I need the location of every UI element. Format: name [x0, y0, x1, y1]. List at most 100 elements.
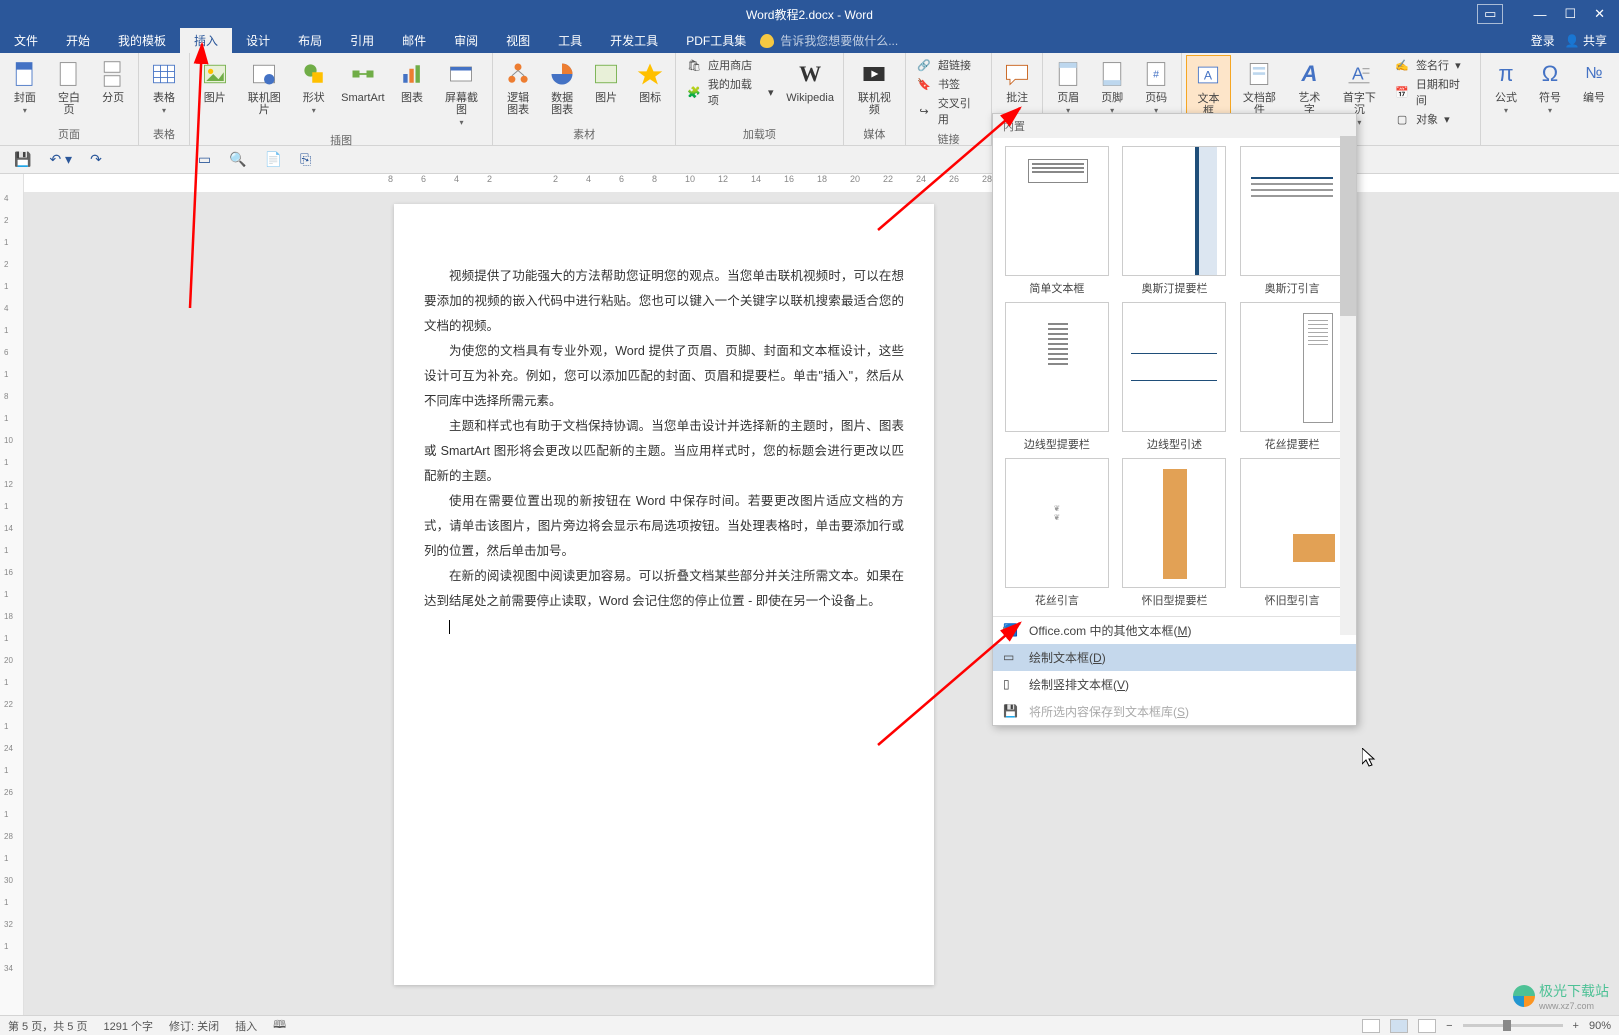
data-chart-button[interactable]: 数据 图表 — [541, 55, 583, 119]
gallery-item-label: 花丝引言 — [1035, 592, 1079, 608]
tab-mail[interactable]: 邮件 — [388, 28, 440, 53]
number-button[interactable]: №编号 — [1573, 55, 1615, 107]
tab-home[interactable]: 开始 — [52, 28, 104, 53]
smartart-button[interactable]: SmartArt — [336, 55, 389, 107]
table-button[interactable]: 表格▾ — [143, 55, 185, 118]
hyperlink-button[interactable]: 🔗超链接 — [916, 57, 981, 73]
minimize-icon[interactable]: — — [1533, 7, 1546, 22]
gallery-item-label: 怀旧型引言 — [1265, 592, 1320, 608]
tab-design[interactable]: 设计 — [232, 28, 284, 53]
signature-button[interactable]: ✍签名行 ▾ — [1394, 57, 1470, 73]
office-icon: 🟦 — [1003, 623, 1019, 639]
comment-button[interactable]: 批注 — [996, 55, 1038, 107]
share-button[interactable]: 👤 共享 — [1565, 32, 1607, 49]
symbol-button[interactable]: Ω符号▾ — [1529, 55, 1571, 118]
ribbon-tabs: 文件 开始 我的模板 插入 设计 布局 引用 邮件 审阅 视图 工具 开发工具 … — [0, 28, 1619, 53]
word-count[interactable]: 1291 个字 — [103, 1018, 153, 1034]
more-textboxes-menuitem[interactable]: 🟦 Office.com 中的其他文本框(M) ▶ — [993, 617, 1356, 644]
app-store-button[interactable]: 🛍应用商店 — [686, 57, 773, 73]
qat-btn-2[interactable]: 🔍 — [229, 151, 246, 168]
logic-chart-button[interactable]: 逻辑 图表 — [497, 55, 539, 119]
object-button[interactable]: ▢对象 ▾ — [1394, 111, 1470, 127]
zoom-level[interactable]: 90% — [1589, 1020, 1611, 1032]
insert-mode[interactable]: 插入 — [235, 1018, 257, 1034]
web-layout-button[interactable] — [1418, 1019, 1436, 1033]
lightbulb-icon — [760, 34, 774, 48]
tab-file[interactable]: 文件 — [0, 28, 52, 53]
draw-vertical-textbox-menuitem[interactable]: ▯ 绘制竖排文本框(V) — [993, 671, 1356, 698]
cover-page-button[interactable]: 封面▾ — [4, 55, 46, 118]
gallery-item-8[interactable]: 怀旧型引言 — [1234, 456, 1350, 610]
page[interactable]: 视频提供了功能强大的方法帮助您证明您的观点。当您单击联机视频时，可以在想要添加的… — [394, 204, 934, 985]
footer-button[interactable]: 页脚▾ — [1091, 55, 1133, 118]
blank-page-button[interactable]: 空白页 — [48, 55, 91, 119]
undo-icon[interactable]: ↶ ▾ — [49, 151, 72, 168]
ribbon-display-options-icon[interactable]: ▭ — [1477, 4, 1503, 24]
textbox-icon: ▭ — [1003, 650, 1019, 666]
gallery-item-2[interactable]: 奥斯汀引言 — [1234, 144, 1350, 298]
gallery-header: 内置 — [993, 114, 1356, 138]
tab-template[interactable]: 我的模板 — [104, 28, 180, 53]
print-layout-button[interactable] — [1390, 1019, 1408, 1033]
online-picture-button[interactable]: 联机图片 — [238, 55, 291, 119]
close-icon[interactable]: ✕ — [1594, 6, 1605, 22]
maximize-icon[interactable]: ☐ — [1564, 6, 1576, 22]
svg-text:#: # — [1153, 69, 1159, 81]
bookmark-button[interactable]: 🔖书签 — [916, 76, 981, 92]
picture-button[interactable]: 图片 — [194, 55, 236, 107]
tab-references[interactable]: 引用 — [336, 28, 388, 53]
vertical-ruler[interactable]: 4212141618110112114116118120122124126128… — [0, 174, 24, 1015]
read-mode-button[interactable] — [1362, 1019, 1380, 1033]
gallery-item-3[interactable]: 边线型提要栏 — [999, 300, 1115, 454]
page-break-button[interactable]: 分页 — [92, 55, 134, 107]
wikipedia-button[interactable]: WWikipedia — [782, 55, 839, 107]
zoom-out-button[interactable]: − — [1446, 1020, 1452, 1032]
qat-btn-4[interactable]: ⎘ — [300, 151, 311, 168]
screenshot-button[interactable]: 屏幕截图▾ — [435, 55, 488, 130]
page-scroll[interactable]: 视频提供了功能强大的方法帮助您证明您的观点。当您单击联机视频时，可以在想要添加的… — [24, 174, 1619, 1015]
gallery-item-6[interactable]: 花丝引言 — [999, 456, 1115, 610]
equation-button[interactable]: π公式▾ — [1485, 55, 1527, 118]
lang-indicator[interactable]: 🕮 — [273, 1016, 286, 1035]
qat-btn-1[interactable]: ▭ — [198, 151, 211, 168]
my-addins-button[interactable]: 🧩我的加载项 ▾ — [686, 76, 773, 108]
status-bar: 第 5 页，共 5 页 1291 个字 修订: 关闭 插入 🕮 − + 90% — [0, 1015, 1619, 1035]
revision-status[interactable]: 修订: 关闭 — [169, 1018, 219, 1034]
zoom-slider[interactable] — [1463, 1024, 1563, 1027]
gallery-item-4[interactable]: 边线型引述 — [1117, 300, 1233, 454]
chart-button[interactable]: 图表 — [391, 55, 433, 107]
material-picture-button[interactable]: 图片 — [585, 55, 627, 107]
tab-insert[interactable]: 插入 — [180, 28, 232, 53]
page-indicator[interactable]: 第 5 页，共 5 页 — [8, 1018, 87, 1034]
shapes-button[interactable]: 形状▾ — [293, 55, 335, 118]
draw-textbox-menuitem[interactable]: ▭ 绘制文本框(D) — [993, 644, 1356, 671]
gallery-item-label: 奥斯汀引言 — [1265, 280, 1320, 296]
horizontal-ruler[interactable]: 8642246810121416182022242628303234363840… — [24, 174, 1619, 192]
header-button[interactable]: 页眉▾ — [1047, 55, 1089, 118]
zoom-in-button[interactable]: + — [1573, 1020, 1579, 1032]
calendar-icon: 📅 — [1394, 84, 1410, 100]
gallery-item-0[interactable]: 简单文本框 — [999, 144, 1115, 298]
bookmark-icon: 🔖 — [916, 76, 932, 92]
gallery-item-5[interactable]: 花丝提要栏 — [1234, 300, 1350, 454]
tab-review[interactable]: 审阅 — [440, 28, 492, 53]
qat-btn-3[interactable]: 📄 — [265, 151, 282, 168]
redo-icon[interactable]: ↷ — [90, 151, 102, 168]
tab-view[interactable]: 视图 — [492, 28, 544, 53]
online-video-button[interactable]: 联机视频 — [848, 55, 901, 119]
gallery-scrollbar[interactable] — [1340, 136, 1356, 635]
gallery-item-1[interactable]: 奥斯汀提要栏 — [1117, 144, 1233, 298]
tell-me[interactable]: 告诉我您想要做什么... — [760, 28, 898, 53]
link-icon: 🔗 — [916, 57, 932, 73]
gallery-item-7[interactable]: 怀旧型提要栏 — [1117, 456, 1233, 610]
icon-button[interactable]: 图标 — [629, 55, 671, 107]
tab-developer[interactable]: 开发工具 — [596, 28, 672, 53]
page-number-button[interactable]: #页码▾ — [1135, 55, 1177, 118]
tab-layout[interactable]: 布局 — [284, 28, 336, 53]
crossref-button[interactable]: ↪交叉引用 — [916, 95, 981, 127]
login-link[interactable]: 登录 — [1531, 32, 1555, 49]
tab-tools[interactable]: 工具 — [544, 28, 596, 53]
save-icon[interactable]: 💾 — [14, 151, 31, 168]
datetime-button[interactable]: 📅日期和时间 — [1394, 76, 1470, 108]
tab-pdf[interactable]: PDF工具集 — [672, 28, 760, 53]
